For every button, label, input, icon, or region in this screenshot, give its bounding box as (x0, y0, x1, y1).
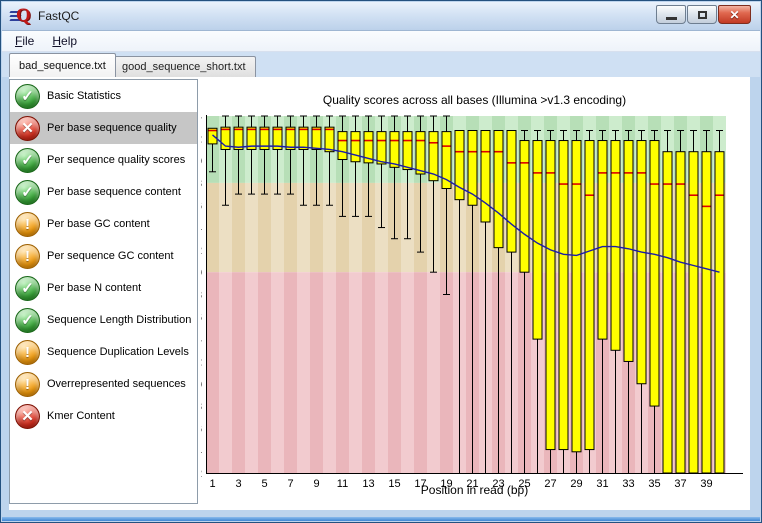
svg-text:12: 12 (201, 356, 202, 368)
sidebar-item-per-base-gc-content[interactable]: ! Per base GC content (10, 208, 197, 240)
content-area: ✓ Basic Statistics ✕ Per base sequence q… (9, 77, 750, 510)
module-list: ✓ Basic Statistics ✕ Per base sequence q… (9, 79, 198, 504)
sidebar-item-per-sequence-quality-scores[interactable]: ✓ Per sequence quality scores (10, 144, 197, 176)
minimize-button[interactable] (656, 5, 686, 24)
svg-text:35: 35 (648, 478, 660, 490)
fastqc-window: Q FastQC ✕ File Help bad_sequence.txt go… (0, 0, 762, 523)
close-button[interactable]: ✕ (718, 5, 751, 24)
svg-text:3: 3 (235, 478, 241, 490)
maximize-button[interactable] (687, 5, 717, 24)
menu-item-help[interactable]: Help (52, 34, 77, 48)
menu-bar: File Help (2, 31, 760, 52)
pass-icon: ✓ (15, 83, 40, 109)
sidebar-item-per-base-sequence-quality[interactable]: ✕ Per base sequence quality (10, 112, 197, 144)
quality-boxplot-chart: 2468101214161820222426283032341357911131… (201, 93, 743, 497)
window-title: FastQC (38, 9, 80, 23)
pass-icon: ✓ (15, 179, 40, 205)
fail-icon: ✕ (15, 403, 40, 429)
svg-text:26: 26 (201, 200, 202, 212)
menu-item-file[interactable]: File (15, 34, 34, 48)
tab-good-sequence-short[interactable]: good_sequence_short.txt (112, 56, 256, 77)
svg-text:27: 27 (544, 478, 556, 490)
svg-text:13: 13 (362, 478, 374, 490)
svg-text:33: 33 (622, 478, 634, 490)
sidebar-item-sequence-duplication-levels[interactable]: ! Sequence Duplication Levels (10, 336, 197, 368)
svg-text:31: 31 (596, 478, 608, 490)
svg-text:8: 8 (201, 401, 202, 413)
sidebar-item-overrepresented-sequences[interactable]: ! Overrepresented sequences (10, 368, 197, 400)
warn-icon: ! (15, 211, 40, 237)
sidebar-item-per-base-n-content[interactable]: ✓ Per base N content (10, 272, 197, 304)
chart-title: Quality scores across all bases (Illumin… (323, 93, 626, 107)
svg-text:4: 4 (201, 446, 202, 458)
svg-text:22: 22 (201, 245, 202, 257)
sidebar-item-per-sequence-gc-content[interactable]: ! Per sequence GC content (10, 240, 197, 272)
svg-text:5: 5 (261, 478, 267, 490)
title-bar[interactable]: Q FastQC ✕ (2, 2, 760, 31)
window-bottom-edge (2, 517, 760, 521)
pass-icon: ✓ (15, 307, 40, 333)
close-icon: ✕ (729, 7, 740, 22)
minimize-icon (665, 17, 677, 20)
sidebar-item-per-base-sequence-content[interactable]: ✓ Per base sequence content (10, 176, 197, 208)
fastqc-logo-icon: Q (9, 5, 32, 26)
svg-text:9: 9 (313, 478, 319, 490)
svg-text:15: 15 (388, 478, 400, 490)
tab-bad-sequence[interactable]: bad_sequence.txt (9, 53, 116, 77)
svg-text:2: 2 (201, 468, 202, 480)
svg-text:16: 16 (201, 312, 202, 324)
sidebar-item-sequence-length-distribution[interactable]: ✓ Sequence Length Distribution (10, 304, 197, 336)
svg-text:28: 28 (201, 178, 202, 190)
svg-text:1: 1 (209, 478, 215, 490)
svg-text:7: 7 (287, 478, 293, 490)
sidebar-item-basic-statistics[interactable]: ✓ Basic Statistics (10, 80, 197, 112)
pass-icon: ✓ (15, 147, 40, 173)
maximize-icon (697, 10, 707, 19)
svg-text:14: 14 (201, 334, 202, 346)
pass-icon: ✓ (15, 275, 40, 301)
svg-text:6: 6 (201, 423, 202, 435)
svg-text:34: 34 (201, 111, 202, 123)
svg-text:20: 20 (201, 267, 202, 279)
svg-text:18: 18 (201, 290, 202, 302)
warn-icon: ! (15, 371, 40, 397)
svg-text:29: 29 (570, 478, 582, 490)
tab-bar: bad_sequence.txt good_sequence_short.txt (2, 52, 760, 77)
svg-text:11: 11 (337, 478, 348, 490)
svg-text:37: 37 (674, 478, 686, 490)
svg-text:32: 32 (201, 133, 202, 145)
sidebar-item-kmer-content[interactable]: ✕ Kmer Content (10, 400, 197, 432)
svg-text:24: 24 (201, 223, 202, 235)
svg-text:10: 10 (201, 379, 202, 391)
fail-icon: ✕ (15, 115, 40, 141)
x-axis-label: Position in read (bp) (421, 483, 528, 497)
svg-text:30: 30 (201, 156, 202, 168)
svg-text:39: 39 (700, 478, 712, 490)
warn-icon: ! (15, 243, 40, 269)
warn-icon: ! (15, 339, 40, 365)
